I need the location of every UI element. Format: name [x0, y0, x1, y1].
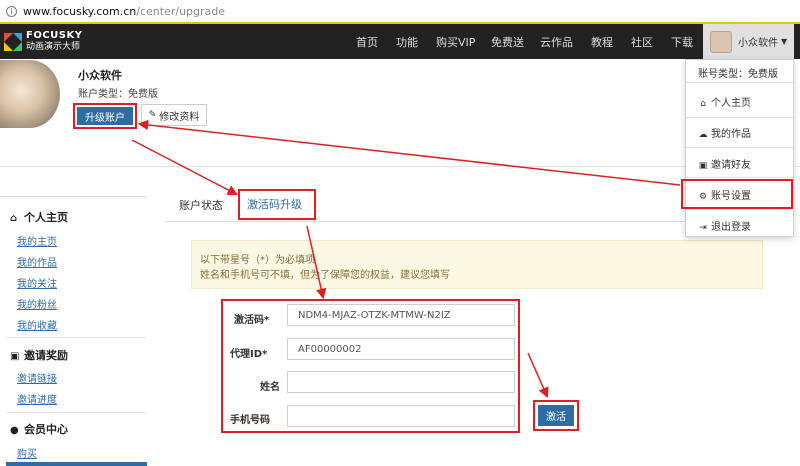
divider	[0, 196, 147, 197]
sidebar-link-favorites[interactable]: 我的收藏	[17, 317, 57, 332]
divider	[686, 209, 793, 210]
nav-item-free[interactable]: 免费送	[491, 34, 524, 50]
phone-label: 手机号码	[230, 415, 270, 426]
nav-item-home[interactable]: 首页	[356, 34, 378, 50]
nav-item-features[interactable]: 功能	[396, 34, 418, 50]
url-path: /center/upgrade	[136, 4, 226, 18]
info-icon[interactable]: i	[6, 5, 17, 17]
profile-avatar[interactable]	[0, 60, 60, 128]
profile-account-type: 账户类型：免费版	[78, 89, 158, 100]
nav-item-buy-vip[interactable]: 购买VIP	[436, 34, 475, 50]
phone-input[interactable]	[287, 405, 515, 427]
dropdown-item-my-works[interactable]: ☁ 我的作品	[698, 125, 752, 140]
sidebar-link-following[interactable]: 我的关注	[17, 275, 57, 290]
sidebar-link-my-home[interactable]: 我的主页	[17, 233, 57, 248]
top-nav: FOCUSKY 动画演示大师 首页 功能 购买VIP 免费送 云作品 教程 社区…	[0, 24, 800, 59]
notice-box: 以下带星号（*）为必填项 姓名和手机号可不填，但为了保障您的权益，建议您填写	[191, 240, 763, 289]
arrow-form-to-activate	[527, 352, 549, 399]
dropdown-item-profile[interactable]: ⌂ 个人主页	[698, 94, 751, 109]
notice-optional-text: 姓名和手机号可不填，但为了保障您的权益，建议您填写	[200, 270, 450, 281]
activate-button[interactable]: 激活	[538, 405, 574, 426]
user-icon: ●	[10, 425, 19, 436]
tab-account-status[interactable]: 账户状态	[179, 197, 223, 213]
cloud-icon: ☁	[698, 130, 708, 140]
agent-id-label: 代理ID*	[230, 349, 268, 360]
edit-profile-label: 修改资料	[159, 111, 200, 123]
logo-text-cn: 动画演示大师	[26, 42, 81, 52]
sidebar-link-invite-progress[interactable]: 邀请进度	[17, 391, 57, 406]
upgrade-highlight: 升级账户	[73, 103, 137, 129]
sidebar-section-member: ● 会员中心	[10, 423, 68, 436]
dropdown-item-logout[interactable]: ⇥ 退出登录	[698, 218, 751, 233]
sidebar-active-item[interactable]	[6, 462, 147, 466]
dropdown-item-invite[interactable]: ▣ 邀请好友	[698, 156, 751, 171]
activation-code-input[interactable]	[287, 304, 515, 326]
page: i www.focusky.com.cn /center/upgrade FOC…	[0, 0, 800, 466]
divider	[686, 147, 793, 148]
logo-text-en: FOCUSKY	[26, 30, 83, 41]
name-input[interactable]	[287, 371, 515, 393]
dropdown-account-type: 账号类型：免费版	[698, 69, 778, 80]
user-menu-trigger[interactable]: 小众软件 ▼	[703, 24, 794, 59]
edit-icon: ✎	[148, 110, 157, 120]
activation-code-label: 激活码*	[234, 315, 270, 326]
nav-item-tutorials[interactable]: 教程	[591, 34, 613, 50]
caret-down-icon: ▼	[781, 37, 788, 46]
sidebar-link-my-works[interactable]: 我的作品	[17, 254, 57, 269]
sidebar-section-invite: ▣ 邀请奖励	[10, 349, 68, 362]
invite-icon: ▣	[698, 161, 708, 171]
divider	[0, 166, 800, 167]
divider	[686, 82, 793, 83]
divider	[686, 117, 793, 118]
agent-id-input[interactable]	[287, 338, 515, 360]
url-host: www.focusky.com.cn	[23, 4, 137, 18]
arrow-upgrade-to-tab	[131, 139, 238, 196]
logout-icon: ⇥	[699, 223, 707, 233]
home-icon: ⌂	[10, 213, 18, 224]
sidebar-link-buy[interactable]: 购买	[17, 445, 37, 460]
tab-underline	[165, 221, 740, 222]
divider	[6, 337, 147, 338]
avatar	[710, 30, 732, 53]
sidebar-link-fans[interactable]: 我的粉丝	[17, 296, 57, 311]
logo-mark-icon	[4, 32, 22, 51]
logo[interactable]: FOCUSKY 动画演示大师	[4, 28, 86, 55]
name-label: 姓名	[260, 382, 280, 393]
home-icon: ⌂	[700, 99, 706, 109]
nav-item-download[interactable]: 下载	[671, 34, 693, 50]
divider	[6, 412, 147, 413]
nav-item-cloud-works[interactable]: 云作品	[540, 34, 573, 50]
user-dropdown-menu: 账号类型：免费版 ⌂ 个人主页 ☁ 我的作品 ▣ 邀请好友 ⚙ 账号设置 ⇥ 退出登录	[685, 59, 794, 237]
notice-required-text: 以下带星号（*）为必填项	[200, 255, 315, 266]
upgrade-account-button[interactable]: 升级账户	[77, 107, 133, 125]
user-name: 小众软件	[738, 38, 778, 49]
profile-name: 小众软件	[78, 69, 122, 82]
address-bar[interactable]: i www.focusky.com.cn /center/upgrade	[0, 0, 800, 24]
sidebar-section-home: ⌂ 个人主页	[10, 211, 68, 224]
account-settings-highlight	[681, 179, 793, 209]
invite-icon: ▣	[10, 351, 20, 362]
arrow-settings-to-upgrade	[137, 119, 681, 186]
activate-highlight: 激活	[533, 400, 579, 431]
tab-activation-upgrade[interactable]: 激活码升级	[247, 196, 302, 212]
nav-item-community[interactable]: 社区	[631, 34, 653, 50]
sidebar-link-invite-link[interactable]: 邀请链接	[17, 370, 57, 385]
divider	[686, 177, 793, 178]
edit-profile-button[interactable]: ✎ 修改资料	[141, 104, 207, 126]
